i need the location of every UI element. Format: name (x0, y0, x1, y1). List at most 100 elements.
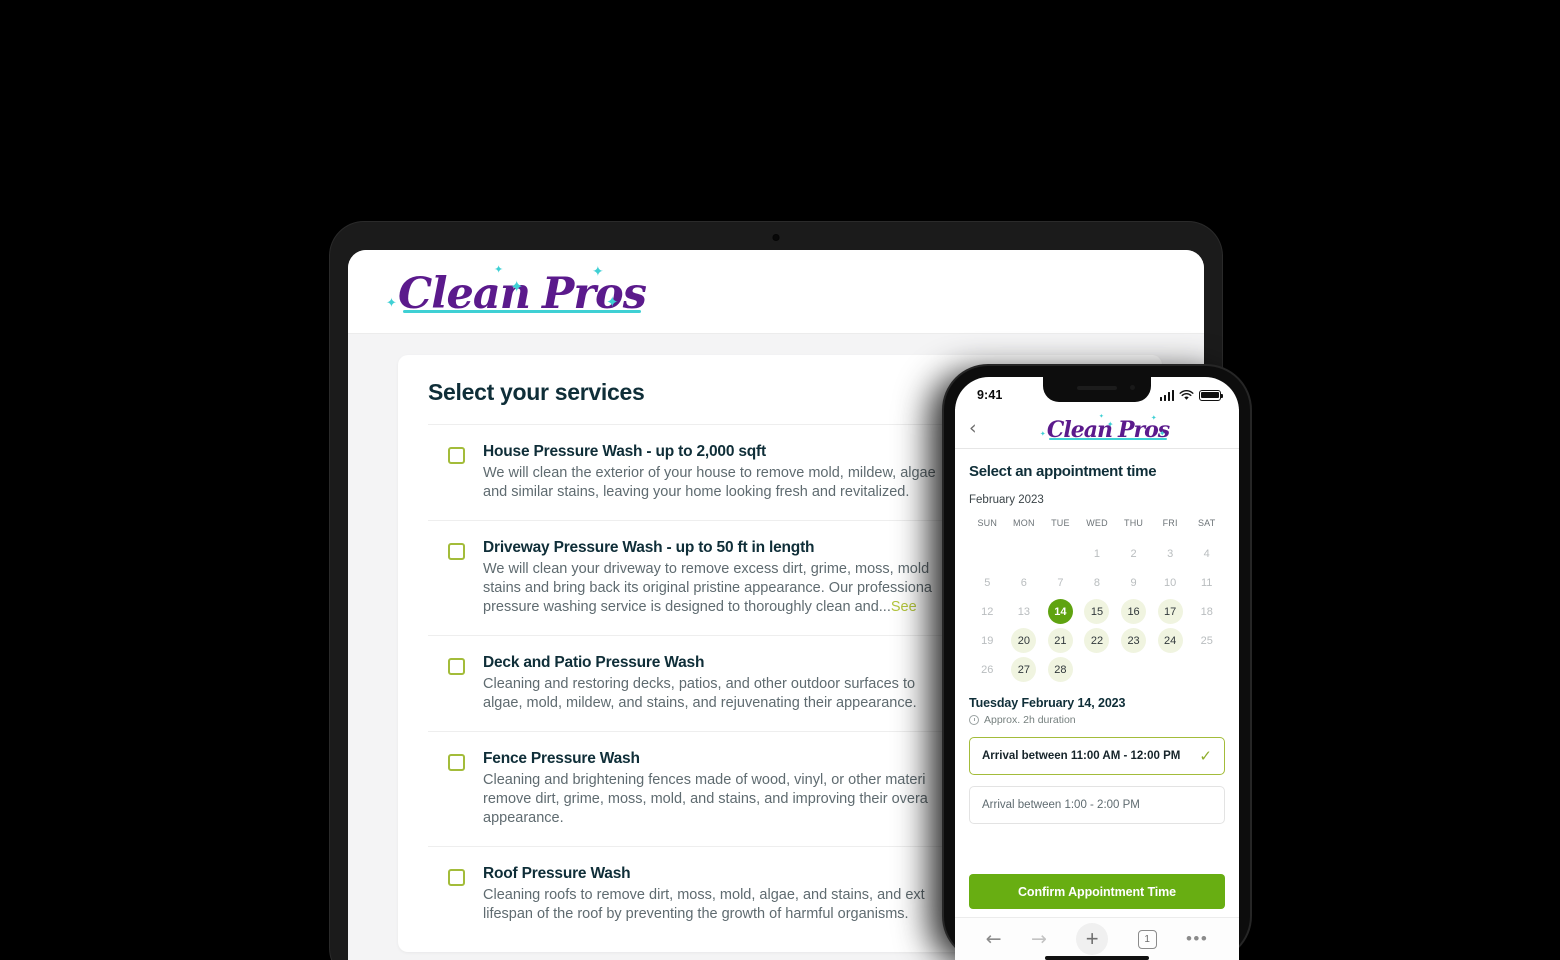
wifi-icon (1179, 389, 1194, 400)
calendar-weekday: SUN (977, 518, 998, 528)
calendar-day-number: 15 (1090, 605, 1104, 618)
tablet-camera-icon (772, 234, 780, 241)
calendar-day-number: 19 (981, 634, 994, 647)
phone-content: Select an appointment time February 2023… (955, 449, 1239, 824)
sparkle-icon: ✦ (1158, 428, 1166, 438)
calendar-day: 18 (1188, 599, 1225, 624)
calendar-day-number: 25 (1200, 634, 1213, 647)
logo-underline (402, 309, 641, 313)
appointment-heading: Select an appointment time (969, 463, 1157, 480)
screenshot-stage: ✦ ✦ ✦ ✦ ✦ Clean Pros Select your services… (0, 0, 1560, 960)
sparkle-icon: ✦ (606, 292, 619, 311)
selected-date-label: Tuesday February 14, 2023 (969, 696, 1126, 710)
calendar-day: 25 (1188, 628, 1225, 653)
earpiece-speaker-icon (1077, 386, 1117, 390)
service-description-text: We will clean your driveway to remove ex… (483, 561, 932, 615)
sparkle-icon: ✦ (386, 295, 397, 311)
phone-device-frame: 9:41 ‹ ✦ ✦ ✦ ✦ ✦ Clean Pros Select an ap… (944, 366, 1250, 960)
service-checkbox[interactable] (448, 869, 465, 886)
time-slot-option[interactable]: Arrival between 11:00 AM - 12:00 PM ✓ (969, 737, 1225, 775)
check-icon: ✓ (1199, 747, 1212, 765)
back-button[interactable]: ‹ (969, 419, 991, 438)
calendar-day: 12 (969, 599, 1006, 624)
calendar-day-number: 16 (1127, 605, 1140, 618)
calendar-day-number: 6 (1020, 576, 1027, 589)
browser-toolbar: ← → + 1 ••• (955, 917, 1239, 960)
service-checkbox[interactable] (448, 658, 465, 675)
service-checkbox[interactable] (448, 447, 465, 464)
clock-icon (969, 715, 979, 725)
calendar-day[interactable]: 17 (1152, 599, 1189, 624)
sparkle-icon: ✦ (494, 262, 504, 276)
calendar-day-number: 10 (1164, 576, 1177, 589)
calendar-weekday: TUE (1051, 518, 1070, 528)
calendar-day-blank (969, 541, 1006, 566)
calendar-month-label: February 2023 (969, 494, 1044, 506)
calendar-day-number: 20 (1017, 634, 1030, 647)
browser-forward-icon: → (1030, 927, 1047, 950)
calendar-day: 2 (1115, 541, 1152, 566)
calendar-day[interactable]: 27 (1006, 657, 1043, 682)
logo-underline (1049, 437, 1167, 440)
calendar-day-number: 2 (1130, 547, 1137, 560)
phone-screen: 9:41 ‹ ✦ ✦ ✦ ✦ ✦ Clean Pros Select an ap… (955, 377, 1239, 960)
confirm-appointment-button[interactable]: Confirm Appointment Time (969, 874, 1225, 909)
calendar-day-number: 27 (1017, 663, 1030, 676)
calendar-day: 26 (969, 657, 1006, 682)
calendar-day-number: 9 (1130, 576, 1137, 589)
sparkle-icon: ✦ (1098, 412, 1104, 420)
calendar-day-blank (1006, 541, 1043, 566)
service-checkbox[interactable] (448, 754, 465, 771)
calendar-day-number: 11 (1201, 576, 1213, 589)
calendar-day: 7 (1042, 570, 1079, 595)
calendar-day-number: 21 (1054, 634, 1067, 647)
calendar-day-number: 17 (1164, 605, 1177, 618)
calendar-day-number: 12 (981, 605, 994, 618)
service-checkbox[interactable] (448, 543, 465, 560)
calendar-day: 5 (969, 570, 1006, 595)
clean-pros-logo[interactable]: ✦ ✦ ✦ ✦ ✦ Clean Pros (1040, 412, 1170, 443)
tab-count-icon[interactable]: 1 (1137, 929, 1157, 949)
calendar-day-number: 13 (1017, 605, 1030, 618)
phone-notch (1043, 377, 1151, 402)
calendar-day: 9 (1115, 570, 1152, 595)
sparkle-icon: ✦ (1106, 419, 1114, 429)
calendar-weekday: WED (1086, 518, 1108, 528)
calendar-weekday: SAT (1197, 518, 1216, 528)
calendar-day-number: 28 (1054, 663, 1067, 676)
duration-row: Approx. 2h duration (969, 714, 1225, 726)
calendar-day: 1 (1079, 541, 1116, 566)
calendar-weekday: FRI (1162, 518, 1178, 528)
battery-icon (1199, 389, 1224, 401)
calendar-weekday: MON (1013, 518, 1035, 528)
calendar-day[interactable]: 21 (1042, 628, 1079, 653)
status-time: 9:41 (977, 388, 1003, 402)
time-slot-label: Arrival between 11:00 AM - 12:00 PM (982, 750, 1181, 762)
browser-back-icon[interactable]: ← (986, 929, 1002, 949)
sparkle-icon: ✦ (1039, 429, 1046, 438)
calendar-day: 4 (1188, 541, 1225, 566)
calendar-day[interactable]: 20 (1006, 628, 1043, 653)
calendar-weekday: THU (1124, 518, 1144, 528)
calendar-day[interactable]: 14 (1042, 599, 1079, 624)
time-slot-option[interactable]: Arrival between 1:00 - 2:00 PM (969, 786, 1225, 824)
phone-app-header: ‹ ✦ ✦ ✦ ✦ ✦ Clean Pros (955, 409, 1239, 449)
calendar-day[interactable]: 22 (1079, 628, 1116, 653)
sparkle-icon: ✦ (592, 263, 604, 280)
calendar-day[interactable]: 28 (1042, 657, 1079, 682)
calendar-day-number: 23 (1127, 634, 1140, 647)
tablet-site-header: ✦ ✦ ✦ ✦ ✦ Clean Pros (348, 250, 1204, 334)
calendar-day-number: 4 (1203, 547, 1210, 560)
new-tab-icon[interactable]: + (1076, 923, 1109, 955)
calendar-day-number: 8 (1093, 576, 1101, 589)
calendar-day[interactable]: 23 (1115, 628, 1152, 653)
calendar-day-number: 14 (1054, 605, 1067, 618)
clean-pros-logo[interactable]: ✦ ✦ ✦ ✦ ✦ Clean Pros (386, 264, 647, 319)
more-options-icon[interactable]: ••• (1186, 930, 1208, 947)
calendar-day[interactable]: 16 (1115, 599, 1152, 624)
calendar-day[interactable]: 24 (1152, 628, 1189, 653)
see-more-link[interactable]: See (891, 599, 917, 615)
calendar-day[interactable]: 15 (1079, 599, 1116, 624)
calendar-day: 6 (1006, 570, 1043, 595)
calendar-day: 3 (1152, 541, 1189, 566)
